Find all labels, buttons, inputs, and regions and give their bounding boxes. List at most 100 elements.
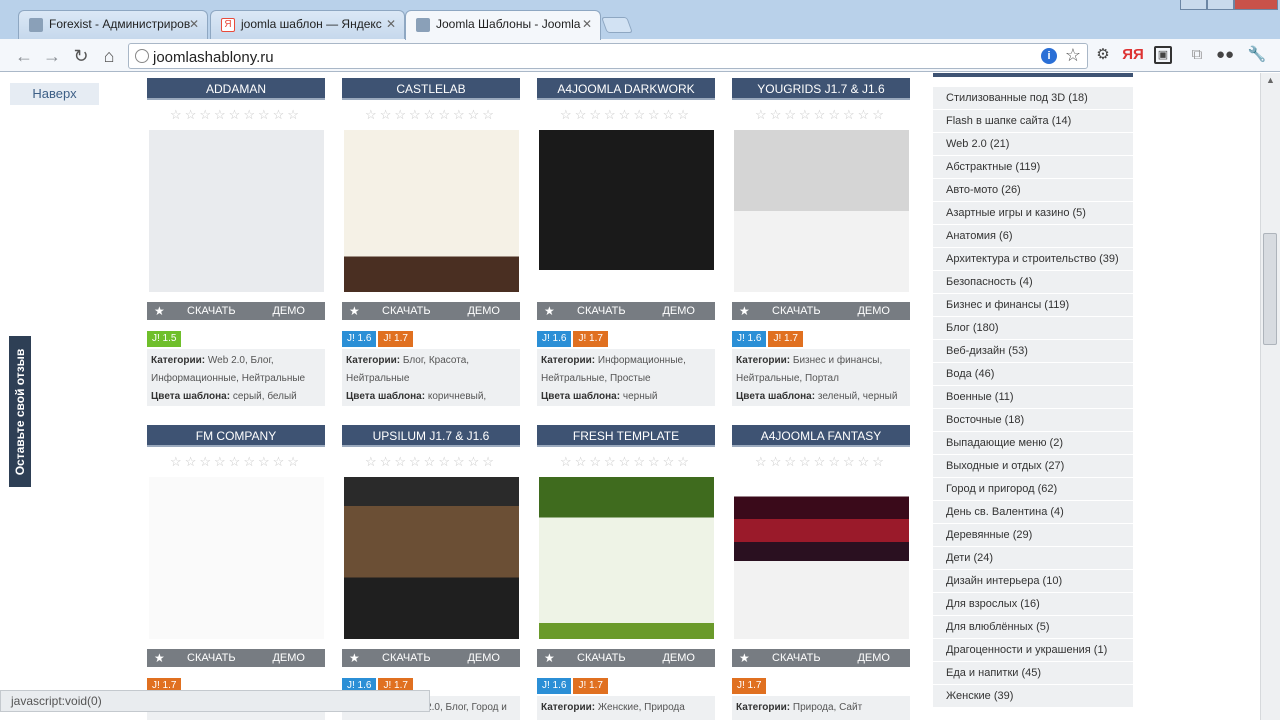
sidebar-category-link[interactable]: Военные (11) [933, 386, 1133, 408]
download-button[interactable]: СКАЧАТЬ [577, 305, 626, 317]
favorite-star-icon[interactable]: ★ [349, 651, 360, 665]
scroll-up-icon[interactable]: ▲ [1266, 75, 1275, 85]
star-rating[interactable]: ☆☆☆☆☆☆☆☆☆ [342, 447, 520, 477]
close-icon[interactable]: ✕ [582, 17, 592, 31]
close-icon[interactable]: ✕ [189, 17, 199, 31]
favorite-star-icon[interactable]: ★ [154, 651, 165, 665]
star-rating[interactable]: ☆☆☆☆☆☆☆☆☆ [537, 447, 715, 477]
sidebar-category-link[interactable]: Город и пригород (62) [933, 478, 1133, 500]
template-title[interactable]: CASTLELAB [342, 78, 520, 100]
template-preview-image[interactable] [538, 477, 714, 639]
back-icon[interactable]: ← [12, 44, 36, 68]
sidebar-category-link[interactable]: День св. Валентина (4) [933, 501, 1133, 523]
close-icon[interactable]: ✕ [386, 17, 396, 31]
sidebar-category-link[interactable]: Блог (180) [933, 317, 1133, 339]
feedback-tab[interactable]: Оставьте свой отзыв [9, 336, 31, 487]
sidebar-category-link[interactable]: Дети (24) [933, 547, 1133, 569]
binoculars-icon[interactable]: ●● [1214, 44, 1236, 66]
sidebar-category-link[interactable]: Вода (46) [933, 363, 1133, 385]
sidebar-category-link[interactable]: Выходные и отдых (27) [933, 455, 1133, 477]
maximize-button[interactable] [1207, 0, 1234, 10]
favorite-star-icon[interactable]: ★ [739, 304, 750, 318]
minimize-button[interactable] [1180, 0, 1207, 10]
template-preview-image[interactable] [343, 477, 519, 639]
scrollbar-thumb[interactable] [1263, 233, 1277, 345]
download-button[interactable]: СКАЧАТЬ [577, 652, 626, 664]
demo-button[interactable]: ДЕМО [857, 305, 890, 317]
favorite-star-icon[interactable]: ★ [739, 651, 750, 665]
demo-button[interactable]: ДЕМО [467, 652, 500, 664]
sidebar-category-link[interactable]: Выпадающие меню (2) [933, 432, 1133, 454]
sidebar-category-link[interactable]: Стилизованные под 3D (18) [933, 87, 1133, 109]
new-tab-button[interactable] [601, 17, 633, 33]
sidebar-category-link[interactable]: Деревянные (29) [933, 524, 1133, 546]
sidebar-category-link[interactable]: Абстрактные (119) [933, 156, 1133, 178]
star-rating[interactable]: ☆☆☆☆☆☆☆☆☆ [537, 100, 715, 130]
download-button[interactable]: СКАЧАТЬ [772, 305, 821, 317]
home-icon[interactable]: ⌂ [97, 44, 121, 68]
sidebar-category-link[interactable]: Азартные игры и казино (5) [933, 202, 1133, 224]
clipboard-extension-icon[interactable]: ▣ [1154, 46, 1172, 64]
close-window-button[interactable] [1234, 0, 1278, 10]
template-title[interactable]: A4JOOMLA DARKWORK [537, 78, 715, 100]
template-preview-image[interactable] [733, 477, 909, 639]
info-icon[interactable]: i [1041, 48, 1057, 64]
yandex-extension-icon[interactable]: ЯЯ [1122, 44, 1144, 66]
sidebar-category-link[interactable]: Драгоценности и украшения (1) [933, 639, 1133, 661]
favorite-star-icon[interactable]: ★ [154, 304, 165, 318]
sidebar-category-link[interactable]: Веб-дизайн (53) [933, 340, 1133, 362]
category-links[interactable]: Женские, Природа [598, 702, 685, 713]
template-preview-image[interactable] [733, 130, 909, 292]
demo-button[interactable]: ДЕМО [857, 652, 890, 664]
tab-forexist[interactable]: Forexist - Администриров ✕ [18, 10, 208, 39]
sidebar-category-link[interactable]: Восточные (18) [933, 409, 1133, 431]
demo-button[interactable]: ДЕМО [467, 305, 500, 317]
star-rating[interactable]: ☆☆☆☆☆☆☆☆☆ [147, 100, 325, 130]
download-button[interactable]: СКАЧАТЬ [382, 652, 431, 664]
template-preview-image[interactable] [343, 130, 519, 292]
tab-joomla-active[interactable]: Joomla Шаблоны - Joomla ✕ [405, 10, 601, 40]
sidebar-category-link[interactable]: Еда и напитки (45) [933, 662, 1133, 684]
tab-yandex[interactable]: Я joomla шаблон — Яндекс ✕ [210, 10, 405, 39]
extension-icon[interactable]: ⧉ [1186, 44, 1208, 66]
wrench-icon[interactable]: 🔧 [1246, 44, 1268, 66]
template-title[interactable]: FRESH TEMPLATE [537, 425, 715, 447]
demo-button[interactable]: ДЕМО [272, 652, 305, 664]
bookmark-star-icon[interactable]: ☆ [1065, 45, 1081, 66]
star-rating[interactable]: ☆☆☆☆☆☆☆☆☆ [147, 447, 325, 477]
demo-button[interactable]: ДЕМО [662, 652, 695, 664]
star-rating[interactable]: ☆☆☆☆☆☆☆☆☆ [732, 100, 910, 130]
favorite-star-icon[interactable]: ★ [544, 651, 555, 665]
forward-icon[interactable]: → [40, 44, 64, 68]
download-button[interactable]: СКАЧАТЬ [187, 652, 236, 664]
star-rating[interactable]: ☆☆☆☆☆☆☆☆☆ [342, 100, 520, 130]
sidebar-category-link[interactable]: Дизайн интерьера (10) [933, 570, 1133, 592]
sidebar-category-link[interactable]: Авто-мото (26) [933, 179, 1133, 201]
back-to-top-link[interactable]: Наверх [10, 83, 99, 105]
template-title[interactable]: UPSILUM J1.7 & J1.6 [342, 425, 520, 447]
sidebar-category-link[interactable]: Для взрослых (16) [933, 593, 1133, 615]
sidebar-category-link[interactable]: Анатомия (6) [933, 225, 1133, 247]
template-preview-image[interactable] [538, 130, 714, 270]
reload-icon[interactable]: ↻ [69, 44, 93, 68]
star-rating[interactable]: ☆☆☆☆☆☆☆☆☆ [732, 447, 910, 477]
sidebar-category-link[interactable]: Безопасность (4) [933, 271, 1133, 293]
template-preview-image[interactable] [148, 477, 324, 639]
address-bar[interactable]: joomlashablony.ru i ☆ [128, 43, 1088, 69]
sidebar-category-link[interactable]: Для влюблённых (5) [933, 616, 1133, 638]
template-title[interactable]: YOUGRIDS J1.7 & J1.6 [732, 78, 910, 100]
gear-extension-icon[interactable]: ⚙ [1092, 44, 1114, 66]
template-preview-image[interactable] [148, 130, 324, 292]
sidebar-category-link[interactable]: Web 2.0 (21) [933, 133, 1133, 155]
demo-button[interactable]: ДЕМО [662, 305, 695, 317]
template-title[interactable]: ADDAMAN [147, 78, 325, 100]
sidebar-category-link[interactable]: Flash в шапке сайта (14) [933, 110, 1133, 132]
template-title[interactable]: FM COMPANY [147, 425, 325, 447]
demo-button[interactable]: ДЕМО [272, 305, 305, 317]
download-button[interactable]: СКАЧАТЬ [187, 305, 236, 317]
download-button[interactable]: СКАЧАТЬ [772, 652, 821, 664]
sidebar-category-link[interactable]: Бизнес и финансы (119) [933, 294, 1133, 316]
vertical-scrollbar[interactable]: ▲ [1260, 73, 1280, 720]
favorite-star-icon[interactable]: ★ [349, 304, 360, 318]
sidebar-category-link[interactable]: Архитектура и строительство (39) [933, 248, 1133, 270]
